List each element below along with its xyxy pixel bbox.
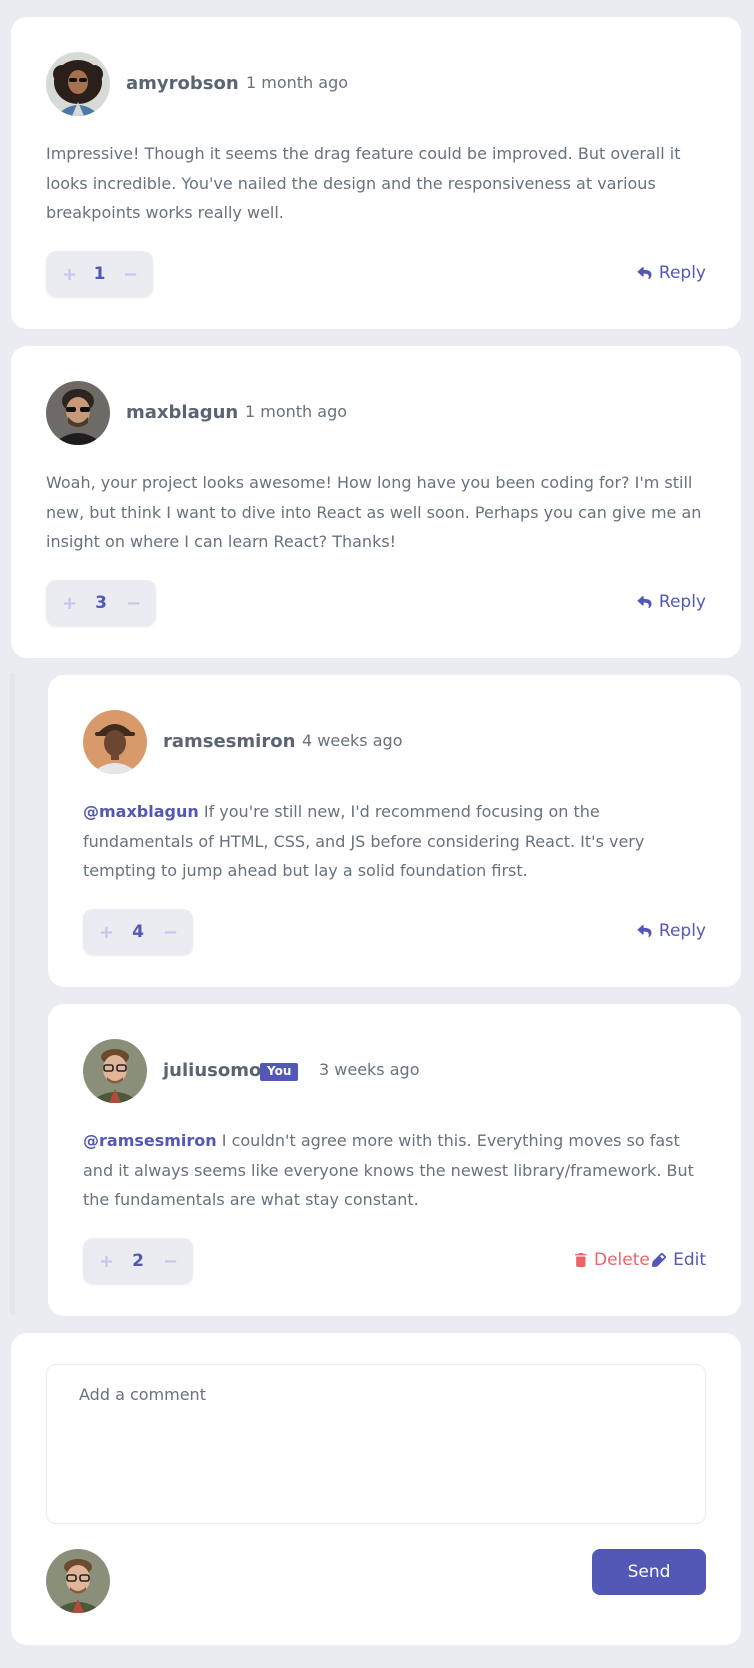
vote-counter: + 4 − — [83, 909, 193, 955]
comment-input[interactable] — [46, 1364, 706, 1524]
upvote-button[interactable]: + — [62, 264, 77, 285]
mention-link[interactable]: @maxblagun — [83, 802, 199, 821]
upvote-button[interactable]: + — [62, 593, 77, 614]
reply-button[interactable]: Reply — [637, 263, 706, 283]
avatar — [83, 710, 147, 774]
current-user-avatar — [46, 1549, 110, 1613]
downvote-button[interactable]: − — [123, 264, 138, 285]
thread-line — [10, 673, 15, 1315]
upvote-button[interactable]: + — [99, 922, 114, 943]
comment-card: amyrobson 1 month ago Impressive! Though… — [11, 17, 741, 329]
pencil-icon — [652, 1253, 667, 1267]
username: ramsesmiron — [163, 731, 296, 752]
comment-content: Impressive! Though it seems the drag fea… — [46, 144, 681, 222]
delete-label: Delete — [594, 1250, 650, 1270]
username: juliusomo — [163, 1060, 262, 1081]
vote-counter: + 2 − — [83, 1238, 193, 1284]
timestamp: 4 weeks ago — [302, 731, 403, 750]
username: amyrobson — [126, 73, 239, 94]
trash-icon — [575, 1253, 587, 1267]
reply-label: Reply — [658, 592, 706, 612]
timestamp: 1 month ago — [245, 402, 348, 421]
vote-score: 1 — [93, 264, 106, 284]
delete-button[interactable]: Delete — [575, 1250, 650, 1270]
reply-icon — [637, 595, 652, 609]
reply-card: juliusomo You 3 weeks ago @ramsesmiron I… — [48, 1004, 741, 1316]
mention-link[interactable]: @ramsesmiron — [83, 1131, 217, 1150]
comment-card: maxblagun 1 month ago Woah, your project… — [11, 346, 741, 658]
downvote-button[interactable]: − — [126, 593, 141, 614]
send-button[interactable]: Send — [592, 1549, 706, 1595]
reply-card: ramsesmiron 4 weeks ago @maxblagun If yo… — [48, 675, 741, 987]
upvote-button[interactable]: + — [99, 1251, 114, 1272]
edit-label: Edit — [673, 1250, 706, 1270]
reply-content: @maxblagun If you're still new, I'd reco… — [83, 797, 715, 886]
username: maxblagun — [126, 402, 239, 423]
downvote-button[interactable]: − — [163, 1251, 178, 1272]
reply-label: Reply — [658, 263, 706, 283]
vote-score: 4 — [132, 922, 144, 942]
avatar — [46, 381, 110, 445]
avatar — [83, 1039, 147, 1103]
vote-counter: + 1 − — [46, 251, 153, 297]
vote-score: 2 — [132, 1251, 144, 1271]
reply-content: @ramsesmiron I couldn't agree more with … — [83, 1126, 713, 1215]
edit-button[interactable]: Edit — [652, 1250, 706, 1270]
timestamp: 1 month ago — [246, 73, 349, 92]
comment-content: Woah, your project looks awesome! How lo… — [46, 473, 702, 551]
downvote-button[interactable]: − — [163, 922, 178, 943]
reply-button[interactable]: Reply — [637, 592, 706, 612]
reply-icon — [637, 924, 652, 938]
reply-button[interactable]: Reply — [637, 921, 706, 941]
you-badge: You — [260, 1063, 299, 1081]
reply-icon — [637, 266, 652, 280]
timestamp: 3 weeks ago — [319, 1060, 420, 1079]
vote-score: 3 — [95, 593, 107, 613]
reply-label: Reply — [658, 921, 706, 941]
avatar — [46, 52, 110, 116]
vote-counter: + 3 − — [46, 580, 156, 626]
